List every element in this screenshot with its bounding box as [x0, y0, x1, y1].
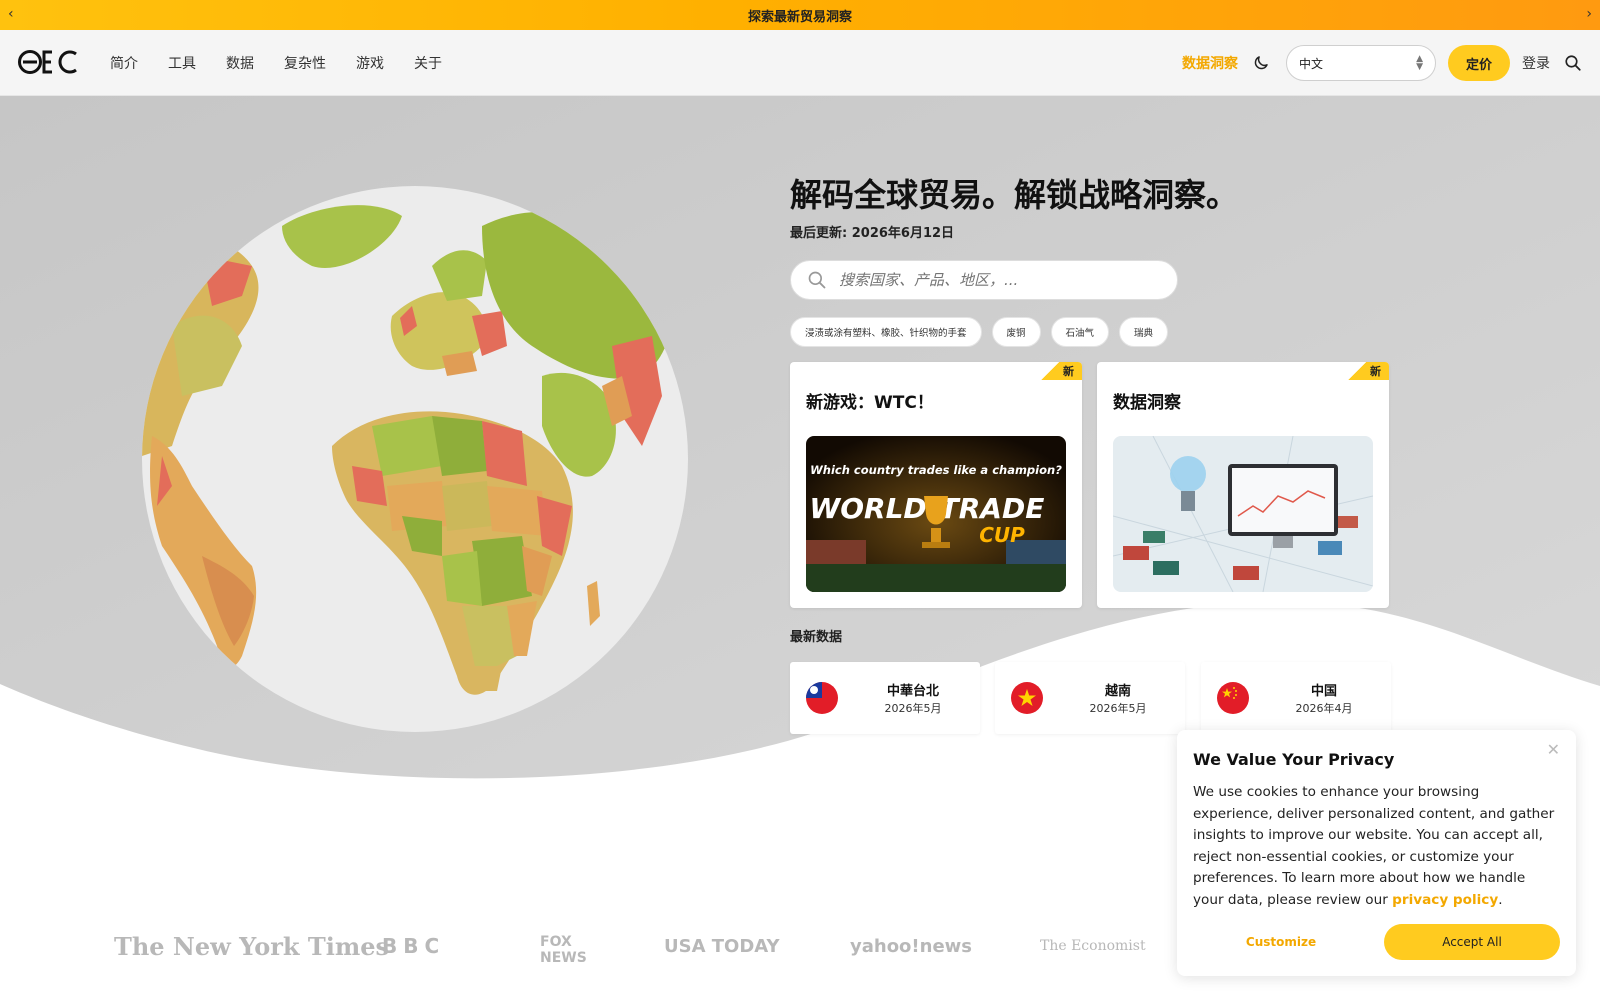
- hero-search-input[interactable]: [839, 271, 1139, 289]
- svg-text:Which country trades like a ch: Which country trades like a champion?: [810, 463, 1062, 477]
- data-insights-image: [1113, 436, 1373, 592]
- hero-search-box[interactable]: [790, 260, 1178, 300]
- search-icon: [808, 271, 826, 289]
- nyt-logo: The New York Times: [114, 932, 389, 961]
- nav-link-intro[interactable]: 简介: [110, 53, 138, 73]
- nav-link-games[interactable]: 游戏: [356, 53, 384, 73]
- nav-link-complexity[interactable]: 复杂性: [284, 53, 326, 73]
- latest-data-title: 最新数据: [790, 630, 843, 645]
- country-name: 中国: [1310, 684, 1337, 699]
- nav-insights-link[interactable]: 数据洞察: [1182, 53, 1238, 73]
- cookie-body-text: We use cookies to enhance your browsing …: [1193, 784, 1555, 908]
- chip-sweden[interactable]: 瑞典: [1119, 317, 1169, 347]
- nav-link-data[interactable]: 数据: [226, 53, 254, 73]
- pricing-button[interactable]: 定价: [1448, 45, 1510, 81]
- china-flag-icon: [1217, 682, 1249, 714]
- world-trade-cup-image: Which country trades like a champion? WO…: [806, 436, 1066, 592]
- usa-today-logo: USA TODAY: [664, 936, 780, 957]
- accept-all-button[interactable]: Accept All: [1384, 924, 1560, 960]
- economist-logo: The Economist: [1040, 938, 1146, 954]
- cookie-consent-dialog: ✕ We Value Your Privacy We use cookies t…: [1177, 730, 1576, 976]
- taiwan-flag-icon: [806, 682, 838, 714]
- card-new-game[interactable]: 新 新游戏：WTC！ Which country trades like a c…: [790, 362, 1082, 608]
- top-nav: 简介 工具 数据 复杂性 游戏 关于 数据洞察 中文 ▲ ▼ 定价 登录: [0, 30, 1600, 96]
- oec-logo[interactable]: [18, 48, 88, 76]
- search-icon[interactable]: [1564, 54, 1582, 72]
- nav-link-tools[interactable]: 工具: [168, 53, 196, 73]
- data-date: 2026年4月: [1295, 702, 1353, 715]
- data-date: 2026年5月: [884, 702, 942, 715]
- vietnam-flag-icon: [1011, 682, 1043, 714]
- cookie-body-period: .: [1498, 891, 1503, 908]
- cookie-body: We use cookies to enhance your browsing …: [1193, 782, 1558, 911]
- select-updown-icon: ▲ ▼: [1416, 54, 1423, 72]
- chip-petroleum-gas[interactable]: 石油气: [1050, 317, 1110, 347]
- fox-news-logo: FOX NEWS: [540, 934, 587, 966]
- suggestion-chips: 浸渍或涂有塑料、橡胶、针织物的手套 废铜 石油气 瑞典: [790, 317, 1169, 347]
- chevron-right-icon[interactable]: ›: [1586, 6, 1592, 22]
- yahoo-news-logo: yahoo!news: [850, 936, 973, 957]
- svg-text:TRADE: TRADE: [940, 492, 1045, 525]
- announcement-bar[interactable]: ‹ 探索最新贸易洞察 ›: [0, 0, 1600, 30]
- nav-link-about[interactable]: 关于: [414, 53, 442, 73]
- latest-data-china[interactable]: 中国 2026年4月: [1201, 662, 1391, 734]
- last-updated: 最后更新: 2026年6月12日: [790, 226, 955, 241]
- bbc-logo: BBC: [382, 934, 446, 958]
- customize-button[interactable]: Customize: [1193, 924, 1369, 960]
- new-badge: 新: [1341, 362, 1389, 380]
- country-name: 中華台北: [886, 684, 939, 699]
- chevron-left-icon[interactable]: ‹: [8, 6, 14, 22]
- language-select[interactable]: 中文 ▲ ▼: [1286, 45, 1436, 81]
- close-icon[interactable]: ✕: [1547, 740, 1560, 759]
- card-data-insights[interactable]: 新 数据洞察: [1097, 362, 1389, 608]
- data-date: 2026年5月: [1089, 702, 1147, 715]
- chip-scrap-copper[interactable]: 废铜: [991, 317, 1041, 347]
- nav-links: 简介 工具 数据 复杂性 游戏 关于: [110, 30, 472, 96]
- country-name: 越南: [1104, 684, 1131, 699]
- latest-data-taiwan[interactable]: 中華台北 2026年5月: [790, 662, 980, 734]
- card-title: 数据洞察: [1113, 393, 1181, 413]
- nav-right: 数据洞察 中文 ▲ ▼ 定价 登录: [1182, 30, 1582, 96]
- cookie-title: We Value Your Privacy: [1193, 750, 1395, 769]
- hero-headline: 解码全球贸易。解锁战略洞察。: [790, 176, 1239, 214]
- language-value: 中文: [1299, 56, 1324, 71]
- svg-text:WORLD: WORLD: [809, 492, 926, 525]
- login-link[interactable]: 登录: [1522, 53, 1550, 73]
- svg-text:CUP: CUP: [979, 523, 1025, 547]
- announcement-text[interactable]: 探索最新贸易洞察: [748, 6, 852, 25]
- oec-logo-mark: [18, 50, 77, 74]
- chip-gloves[interactable]: 浸渍或涂有塑料、橡胶、针织物的手套: [790, 317, 982, 347]
- dark-mode-moon-icon[interactable]: [1252, 54, 1270, 72]
- card-title: 新游戏：WTC！: [806, 393, 934, 413]
- privacy-policy-link[interactable]: privacy policy: [1392, 892, 1498, 908]
- new-badge: 新: [1034, 362, 1082, 380]
- latest-data-vietnam[interactable]: 越南 2026年5月: [995, 662, 1185, 734]
- world-trade-globe[interactable]: [142, 186, 688, 732]
